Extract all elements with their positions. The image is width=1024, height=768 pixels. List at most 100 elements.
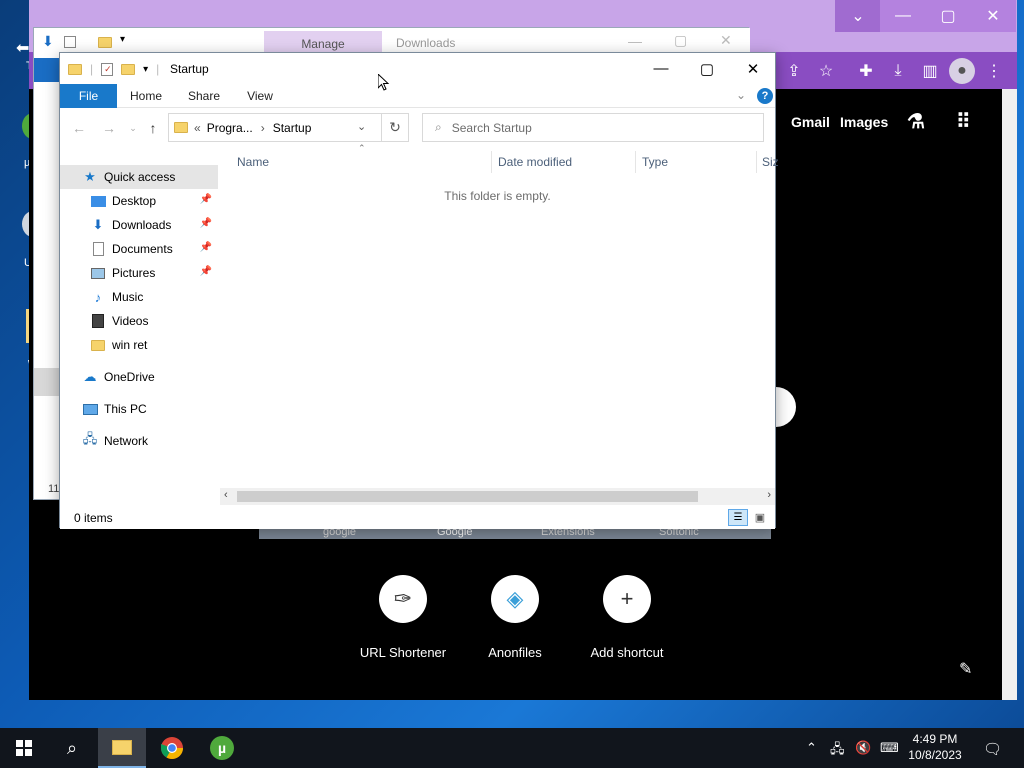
- overflow-chevrons[interactable]: «: [194, 121, 201, 135]
- column-divider[interactable]: [635, 151, 636, 173]
- breadcrumb-separator-icon[interactable]: ›: [261, 121, 265, 135]
- nav-item-documents[interactable]: Documents 📌: [60, 237, 218, 261]
- nav-item-downloads[interactable]: ⬇ Downloads 📌: [60, 213, 218, 237]
- shortener-icon: ✑: [379, 575, 427, 623]
- images-link[interactable]: Images: [840, 114, 888, 130]
- forward-arrow-icon[interactable]: →: [98, 119, 120, 137]
- folder-icon: [68, 63, 82, 75]
- column-header-date-modified[interactable]: Date modified: [498, 155, 572, 169]
- refresh-button[interactable]: ↻: [381, 113, 409, 142]
- column-header-type[interactable]: Type: [642, 155, 668, 169]
- horizontal-scrollbar[interactable]: ‹ ›: [220, 488, 775, 505]
- maximize-icon[interactable]: ▢: [925, 0, 971, 32]
- profile-avatar-icon[interactable]: ●: [949, 58, 975, 84]
- side-panel-icon[interactable]: ▥: [917, 58, 943, 84]
- up-arrow-icon[interactable]: ↑: [142, 119, 164, 137]
- share-icon[interactable]: ⇪: [781, 58, 807, 84]
- scrollbar-thumb[interactable]: [237, 491, 698, 502]
- column-divider[interactable]: [491, 151, 492, 173]
- maximize-icon[interactable]: ▢: [674, 32, 687, 49]
- shortcut-add[interactable]: + Add shortcut: [572, 575, 682, 660]
- show-hidden-icons-chevron-icon[interactable]: ⌃: [806, 740, 817, 756]
- column-header-size[interactable]: Siz: [762, 155, 779, 169]
- nav-label: This PC: [104, 402, 147, 416]
- pin-icon[interactable]: 📌: [200, 242, 212, 253]
- tab-file[interactable]: File: [60, 84, 117, 108]
- close-icon[interactable]: ✕: [720, 32, 732, 49]
- close-icon[interactable]: ✕: [730, 53, 776, 84]
- breadcrumb-startup[interactable]: Startup: [273, 121, 312, 135]
- nav-label: Pictures: [112, 266, 156, 280]
- nav-item-videos[interactable]: Videos: [60, 309, 218, 333]
- network-tray-icon[interactable]: 🖧: [830, 740, 845, 762]
- start-windows-icon[interactable]: [0, 728, 48, 768]
- downloads-file-tab[interactable]: [34, 58, 60, 82]
- new-folder-icon[interactable]: [98, 37, 112, 48]
- shortcut-url-shortener[interactable]: ✑ URL Shortener: [348, 575, 458, 660]
- menu-kebab-icon[interactable]: ⋮: [981, 58, 1007, 84]
- qat-dropdown-icon[interactable]: ▾: [143, 64, 148, 75]
- nav-item-this-pc[interactable]: This PC: [60, 397, 218, 421]
- large-icons-view-icon[interactable]: ▣: [752, 510, 768, 525]
- details-view-icon[interactable]: ☰: [728, 509, 748, 526]
- maximize-icon[interactable]: ▢: [684, 53, 730, 84]
- minimize-icon[interactable]: —: [880, 0, 926, 32]
- nav-item-network[interactable]: 🖧 Network: [60, 429, 218, 453]
- videos-folder-icon: [90, 313, 106, 329]
- gmail-link[interactable]: Gmail: [791, 114, 830, 130]
- scroll-right-icon[interactable]: ›: [767, 489, 771, 501]
- chrome-scrollbar[interactable]: [1002, 89, 1017, 700]
- back-arrow-icon[interactable]: ←: [68, 119, 90, 137]
- address-dropdown-chevron-icon[interactable]: ⌄: [357, 120, 366, 133]
- tab-view[interactable]: View: [236, 84, 284, 108]
- minimize-icon[interactable]: —: [638, 53, 684, 84]
- nav-label: OneDrive: [104, 370, 155, 384]
- tab-share[interactable]: Share: [180, 84, 228, 108]
- nav-item-desktop[interactable]: Desktop 📌: [60, 189, 218, 213]
- scroll-left-icon[interactable]: ‹: [224, 489, 228, 501]
- utorrent-taskbar-icon[interactable]: µ: [198, 728, 246, 768]
- tab-home[interactable]: Home: [122, 84, 170, 108]
- nav-item-pictures[interactable]: Pictures 📌: [60, 261, 218, 285]
- properties-icon[interactable]: ✓: [101, 62, 114, 76]
- recent-locations-chevron-icon[interactable]: ⌄: [122, 119, 144, 137]
- nav-item-music[interactable]: ♪ Music: [60, 285, 218, 309]
- search-placeholder: Search Startup: [451, 120, 532, 135]
- new-folder-icon[interactable]: [121, 63, 136, 75]
- file-explorer-taskbar-icon[interactable]: [98, 728, 146, 768]
- bookmark-star-icon[interactable]: ☆: [813, 58, 839, 84]
- nav-item-win-ret[interactable]: win ret: [60, 333, 218, 357]
- nav-item-quick-access[interactable]: ★ Quick access: [60, 165, 218, 189]
- customize-pencil-icon[interactable]: ✎: [959, 659, 972, 679]
- notifications-icon[interactable]: 🗨: [983, 740, 1002, 758]
- help-icon[interactable]: ?: [757, 88, 773, 104]
- chevron-down-icon[interactable]: ⌄: [835, 0, 881, 32]
- chrome-taskbar-icon[interactable]: [148, 728, 196, 768]
- empty-folder-message: This folder is empty.: [444, 189, 551, 203]
- search-icon[interactable]: ⌕: [48, 728, 96, 768]
- tray-clock[interactable]: 4:49 PM 10/8/2023: [904, 731, 966, 763]
- pin-icon[interactable]: 📌: [200, 218, 212, 229]
- address-box[interactable]: « Progra... › Startup ⌄: [168, 113, 409, 142]
- startup-explorer-window[interactable]: | ✓ ▾ | Startup — ▢ ✕ File Home Share Vi…: [59, 52, 779, 529]
- minimize-icon[interactable]: —: [628, 33, 642, 49]
- close-icon[interactable]: ✕: [970, 0, 1016, 32]
- properties-icon[interactable]: [64, 36, 76, 48]
- qat-dropdown-icon[interactable]: ▾: [120, 34, 125, 45]
- pin-icon[interactable]: 📌: [200, 194, 212, 205]
- search-input[interactable]: ⌕ Search Startup: [422, 113, 764, 142]
- column-header-name[interactable]: Name: [237, 155, 269, 169]
- pin-icon[interactable]: 📌: [200, 266, 212, 277]
- keyboard-icon[interactable]: ⌨: [880, 740, 899, 756]
- download-icon[interactable]: ⤓: [885, 58, 911, 84]
- pictures-folder-icon: [90, 265, 106, 281]
- column-divider[interactable]: [756, 151, 757, 173]
- breadcrumb-programs[interactable]: Progra...: [207, 121, 253, 135]
- shortcut-anonfiles[interactable]: ◈ Anonfiles: [460, 575, 570, 660]
- ribbon-expand-chevron-icon[interactable]: ⌄: [736, 88, 746, 102]
- nav-item-onedrive[interactable]: ☁ OneDrive: [60, 365, 218, 389]
- volume-muted-icon[interactable]: 🔇: [855, 740, 871, 756]
- apps-grid-icon[interactable]: ⠿: [956, 109, 971, 134]
- labs-flask-icon[interactable]: ⚗: [907, 109, 925, 134]
- extensions-icon[interactable]: ✚: [853, 58, 879, 84]
